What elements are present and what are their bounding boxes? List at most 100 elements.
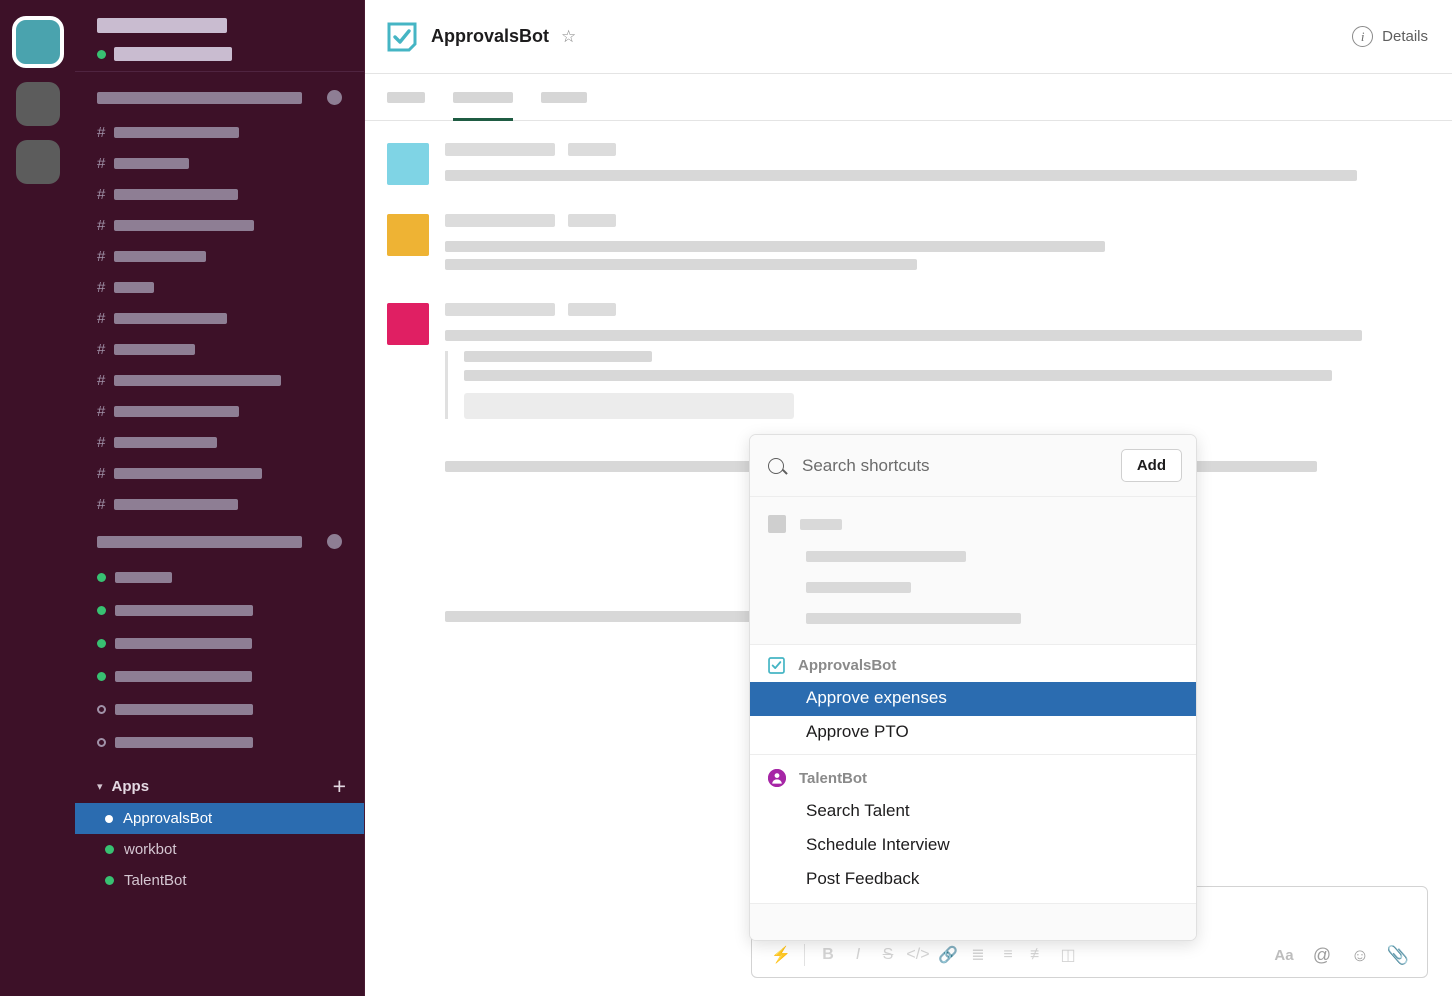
avatar-spacer	[387, 461, 429, 503]
sidebar-app-item-approvalsbot[interactable]: ApprovalsBot	[75, 803, 364, 834]
sidebar-dm-item[interactable]	[97, 594, 342, 627]
message-row	[365, 303, 1452, 419]
tab-3[interactable]	[541, 74, 587, 121]
hash-icon: #	[97, 466, 105, 481]
hash-icon: #	[97, 156, 105, 171]
details-button[interactable]: i Details	[1352, 26, 1428, 47]
message-header	[445, 143, 1428, 156]
avatar[interactable]	[387, 214, 429, 256]
emoji-icon[interactable]: ☺	[1345, 945, 1375, 966]
search-input[interactable]	[802, 456, 1121, 476]
sidebar-dm-item[interactable]	[97, 693, 342, 726]
channels-section-header[interactable]	[97, 90, 342, 105]
sidebar-dm-item[interactable]	[97, 660, 342, 693]
shortcut-item-approve-pto[interactable]: Approve PTO	[750, 716, 1196, 754]
sidebar-app-item-talentbot[interactable]: TalentBot	[75, 865, 364, 896]
message-text-placeholder	[445, 259, 917, 270]
workspace-avatar-3[interactable]	[16, 140, 60, 184]
presence-dot-icon	[97, 606, 106, 615]
attachment-icon[interactable]: 📎	[1383, 945, 1413, 966]
sidebar-channel-item[interactable]: #	[97, 210, 342, 241]
hash-icon: #	[97, 187, 105, 202]
dm-name-placeholder	[115, 572, 172, 583]
sidebar-app-label: TalentBot	[124, 872, 187, 889]
shortcut-group-approvalsbot: ApprovalsBot Approve expenses Approve PT…	[750, 645, 1196, 755]
message-text-placeholder	[445, 241, 1105, 252]
message-timestamp-placeholder	[568, 303, 616, 316]
dms-add-icon[interactable]	[327, 534, 342, 549]
strikethrough-icon[interactable]: S	[873, 946, 903, 964]
link-icon[interactable]: 🔗	[933, 945, 963, 965]
sidebar-app-label: ApprovalsBot	[123, 810, 212, 827]
sidebar-channel-item[interactable]: #	[97, 396, 342, 427]
shortcuts-bolt-icon[interactable]: ⚡	[766, 945, 796, 965]
tab-1-label-placeholder	[387, 92, 425, 103]
channel-name-placeholder	[114, 282, 154, 293]
sidebar-channel-item[interactable]: #	[97, 427, 342, 458]
tab-1[interactable]	[387, 74, 425, 121]
presence-dot-icon	[105, 876, 114, 885]
message-header	[445, 214, 1428, 227]
hash-icon: #	[97, 311, 105, 326]
hash-icon: #	[97, 342, 105, 357]
sidebar-dm-item[interactable]	[97, 627, 342, 660]
channel-name-placeholder	[114, 251, 206, 262]
channels-add-icon[interactable]	[327, 90, 342, 105]
sidebar-channel-item[interactable]: #	[97, 179, 342, 210]
sidebar-channel-item[interactable]: #	[97, 489, 342, 520]
sidebar-channel-item[interactable]: #	[97, 117, 342, 148]
apps-section-header[interactable]: ▾ Apps +	[75, 769, 364, 803]
dm-name-placeholder	[115, 704, 253, 715]
shortcut-group-talentbot: TalentBot Search Talent Schedule Intervi…	[750, 755, 1196, 904]
workspace-header[interactable]	[75, 0, 364, 72]
mention-icon[interactable]: @	[1307, 945, 1337, 966]
sidebar-app-item-workbot[interactable]: workbot	[75, 834, 364, 865]
sidebar-channel-item[interactable]: #	[97, 334, 342, 365]
sidebar-channel-item[interactable]: #	[97, 148, 342, 179]
presence-dot-icon	[97, 50, 106, 59]
add-app-icon[interactable]: +	[333, 775, 346, 798]
add-button[interactable]: Add	[1121, 449, 1182, 482]
sidebar-channel-item[interactable]: #	[97, 365, 342, 396]
sidebar-channel-item[interactable]: #	[97, 458, 342, 489]
star-icon[interactable]: ☆	[561, 27, 576, 47]
hash-icon: #	[97, 404, 105, 419]
sidebar-channel-item[interactable]: #	[97, 272, 342, 303]
chevron-down-icon[interactable]: ▾	[97, 780, 103, 793]
channel-name-placeholder	[114, 344, 195, 355]
dm-name-placeholder	[115, 737, 253, 748]
tab-2[interactable]	[453, 74, 513, 121]
skeleton-header	[768, 515, 1178, 533]
workspace-avatar-active[interactable]	[12, 16, 64, 68]
code-icon[interactable]: </>	[903, 946, 933, 964]
italic-icon[interactable]: I	[843, 946, 873, 964]
hash-icon: #	[97, 373, 105, 388]
attachment-text-placeholder	[464, 370, 1332, 381]
shortcut-item-approve-expenses[interactable]: Approve expenses	[750, 682, 1196, 716]
sidebar-channel-item[interactable]: #	[97, 241, 342, 272]
current-user-row[interactable]	[97, 47, 342, 61]
attachment-title-placeholder	[464, 351, 652, 362]
channel-name-placeholder	[114, 375, 281, 386]
avatar[interactable]	[387, 143, 429, 185]
formatting-icon[interactable]: Aa	[1269, 947, 1299, 964]
channel-name-placeholder	[114, 499, 238, 510]
workspace-name-placeholder	[97, 18, 227, 33]
workspace-rail	[0, 0, 75, 996]
sidebar-channel-item[interactable]: #	[97, 303, 342, 334]
code-block-icon[interactable]: ◫	[1053, 945, 1083, 965]
tab-3-label-placeholder	[541, 92, 587, 103]
blockquote-icon[interactable]: ≢	[1023, 946, 1053, 964]
workspace-avatar-2[interactable]	[16, 82, 60, 126]
ordered-list-icon[interactable]: ≣	[963, 945, 993, 965]
shortcut-item-search-talent[interactable]: Search Talent	[750, 795, 1196, 829]
shortcut-item-post-feedback[interactable]: Post Feedback	[750, 863, 1196, 903]
shortcut-item-schedule-interview[interactable]: Schedule Interview	[750, 829, 1196, 863]
dms-section-header[interactable]	[97, 534, 342, 549]
sidebar-dm-item[interactable]	[97, 561, 342, 594]
bold-icon[interactable]: B	[813, 946, 843, 964]
sidebar-dm-item[interactable]	[97, 726, 342, 759]
bullet-list-icon[interactable]: ≡	[993, 946, 1023, 964]
presence-dot-icon	[97, 738, 106, 747]
avatar[interactable]	[387, 303, 429, 345]
